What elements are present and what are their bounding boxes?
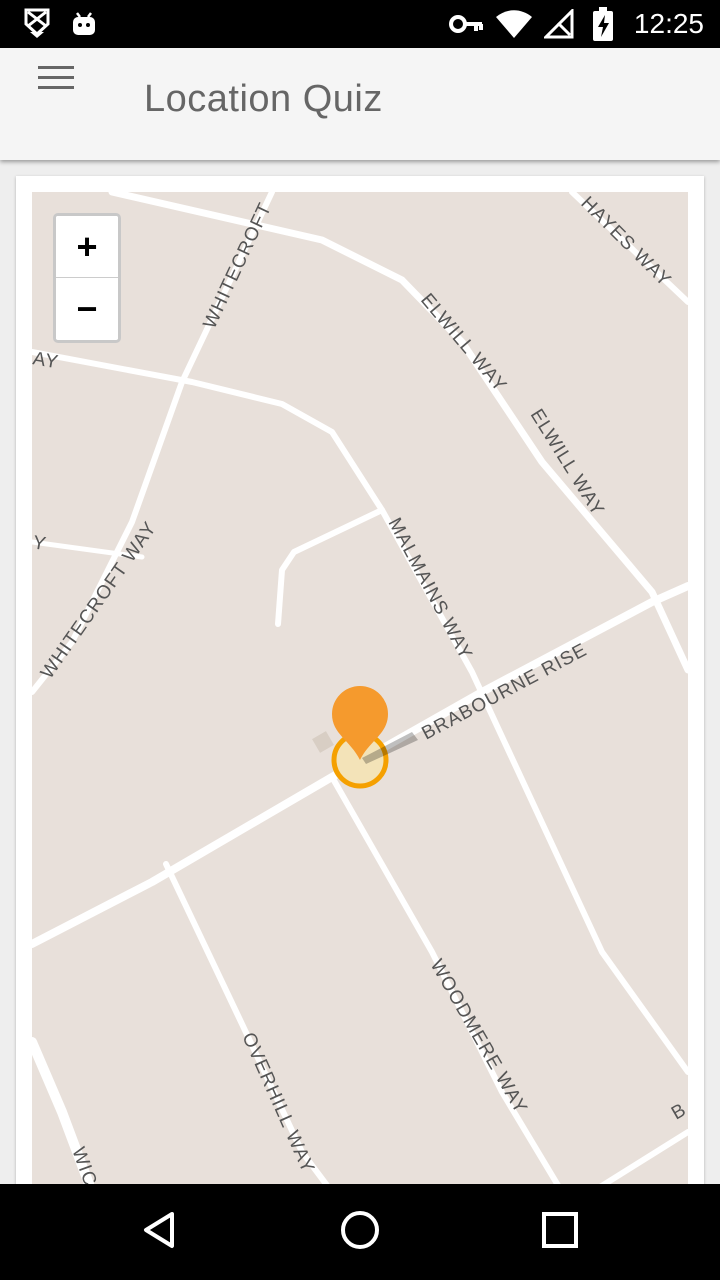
label-hayes-way: HAYES WAY bbox=[576, 193, 675, 292]
app-title: Location Quiz bbox=[144, 78, 383, 120]
home-button[interactable] bbox=[330, 1202, 390, 1262]
hamburger-menu-icon bbox=[37, 64, 75, 97]
map-tiles: HAYES WAY ELWILL WAY ELWILL WAY WHITECRO… bbox=[32, 192, 688, 1192]
status-time: 12:25 bbox=[633, 8, 704, 39]
app-bar: Location Quiz bbox=[0, 48, 720, 160]
zoom-in-button[interactable]: + bbox=[56, 216, 118, 278]
label-woodmere-way: WOODMERE WAY bbox=[426, 956, 531, 1118]
label-brabourne-rise: BRABOURNE RISE bbox=[418, 639, 590, 744]
map-view[interactable]: HAYES WAY ELWILL WAY ELWILL WAY WHITECRO… bbox=[32, 192, 688, 1192]
wifi-icon bbox=[494, 0, 534, 48]
zoom-out-button[interactable]: − bbox=[56, 278, 118, 339]
road-elwill-way bbox=[108, 192, 688, 674]
zoom-control: + − bbox=[53, 213, 121, 343]
no-signal-icon bbox=[542, 0, 576, 48]
android-icon bbox=[70, 0, 98, 48]
label-overhill-way: OVERHILL WAY bbox=[237, 1029, 318, 1176]
building-shape bbox=[312, 731, 334, 753]
road-cul-de-sac bbox=[275, 507, 385, 627]
recents-square-icon bbox=[541, 1211, 579, 1254]
status-bar: 12:25 bbox=[0, 0, 720, 48]
label-elwill-way-2: ELWILL WAY bbox=[526, 406, 608, 521]
road-lower-right bbox=[589, 1129, 688, 1192]
vpn-key-icon bbox=[448, 0, 484, 48]
label-partial-ay: AY bbox=[32, 348, 60, 373]
map-card: HAYES WAY ELWILL WAY ELWILL WAY WHITECRO… bbox=[16, 176, 704, 1206]
back-triangle-icon bbox=[140, 1210, 180, 1255]
label-elwill-way-1: ELWILL WAY bbox=[416, 290, 510, 397]
label-malmains-way: MALMAINS WAY bbox=[384, 514, 477, 663]
battery-charging-icon bbox=[590, 0, 616, 48]
menu-button[interactable] bbox=[28, 60, 84, 100]
content-area: HAYES WAY ELWILL WAY ELWILL WAY WHITECRO… bbox=[0, 160, 720, 1206]
home-circle-icon bbox=[339, 1209, 381, 1256]
notification-x-icon bbox=[22, 0, 52, 48]
label-whitecroft-way: WHITECROFT WAY bbox=[37, 518, 161, 683]
label-partial-wic: WIC bbox=[67, 1145, 100, 1190]
label-partial-b: B bbox=[668, 1099, 688, 1124]
back-button[interactable] bbox=[130, 1202, 190, 1262]
system-nav-bar bbox=[0, 1184, 720, 1280]
label-partial-y: Y bbox=[32, 532, 48, 555]
recents-button[interactable] bbox=[530, 1202, 590, 1262]
